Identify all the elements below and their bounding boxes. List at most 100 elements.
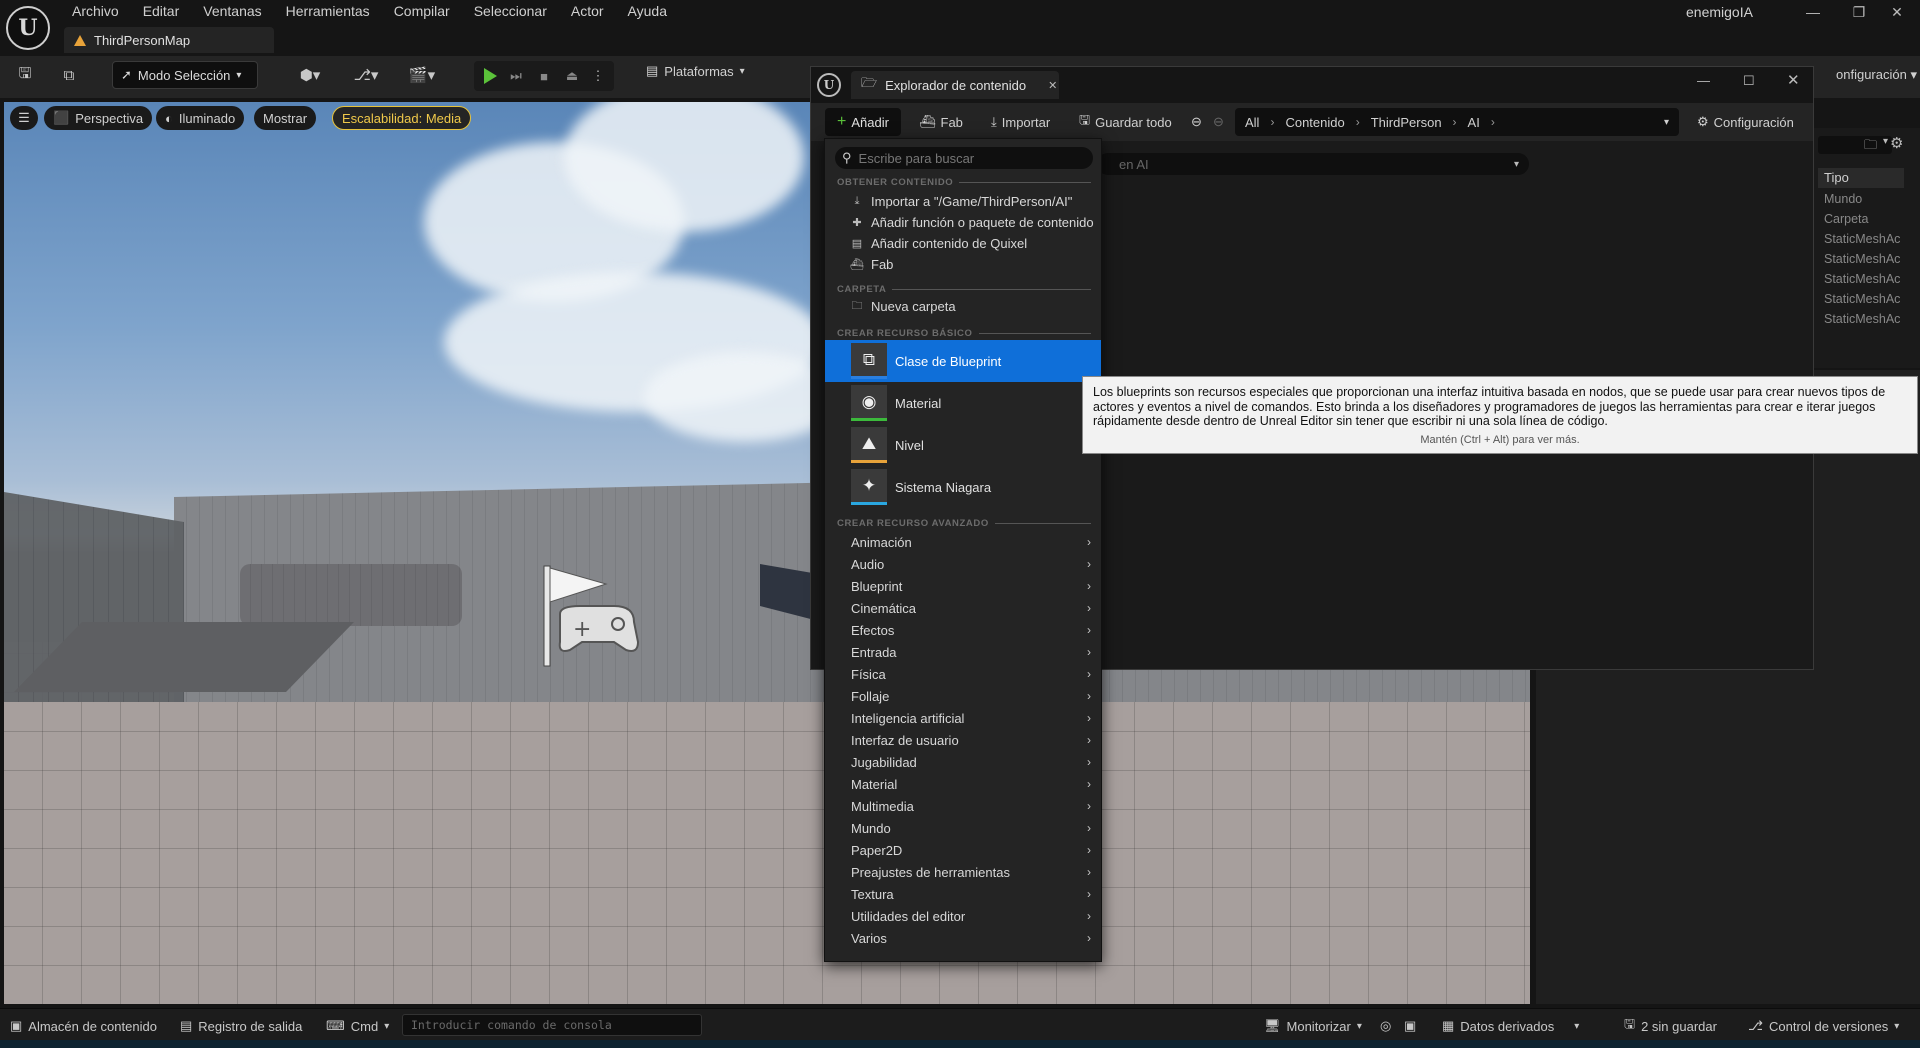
settings-button[interactable]: ⚙ Configuración xyxy=(1697,111,1794,133)
breadcrumb-item[interactable]: All xyxy=(1245,115,1259,130)
player-start-icon[interactable]: + xyxy=(540,562,650,672)
more-options-icon[interactable]: ⋮ xyxy=(586,64,610,88)
perspective-button[interactable]: ⬛ Perspectiva xyxy=(44,106,153,130)
content-search-field[interactable]: en AI ▾ xyxy=(1097,153,1529,175)
minimize-icon[interactable]: — xyxy=(1697,73,1710,88)
basic-asset-item[interactable]: ◉ Material xyxy=(825,382,1101,424)
forward-icon[interactable]: ⊖ xyxy=(1213,111,1224,133)
advanced-category-item[interactable]: Audio › xyxy=(825,553,1101,575)
outliner-filter-dropdown[interactable]: ▾ xyxy=(1818,136,1892,154)
advanced-category-item[interactable]: Preajustes de herramientas › xyxy=(825,861,1101,883)
advanced-category-item[interactable]: Utilidades del editor › xyxy=(825,905,1101,927)
get-content-item[interactable]: ⤓ Importar a "/Game/ThirdPerson/AI" xyxy=(825,191,1101,212)
outliner-settings-icon[interactable]: ⚙ xyxy=(1890,134,1903,152)
menu-item[interactable]: Editar xyxy=(131,0,192,24)
import-button[interactable]: ⤓ Importar xyxy=(991,111,1050,133)
unsaved-button[interactable]: 🖫 2 sin guardar xyxy=(1624,1016,1717,1035)
derived-data-dropdown[interactable]: ▦ Datos derivados ▾ xyxy=(1442,1017,1579,1035)
advanced-category-item[interactable]: Multimedia › xyxy=(825,795,1101,817)
advanced-category-item[interactable]: Efectos › xyxy=(825,619,1101,641)
play-icon[interactable] xyxy=(478,64,502,88)
advanced-category-item[interactable]: Follaje › xyxy=(825,685,1101,707)
live-coding-icon[interactable]: ◎ xyxy=(1380,1017,1391,1035)
add-actor-icon[interactable]: ⬢▾ xyxy=(290,63,330,87)
browse-icon[interactable]: ⧉ xyxy=(56,63,82,87)
scalability-button[interactable]: Escalabilidad: Media xyxy=(332,106,472,130)
level-tab[interactable]: ThirdPersonMap xyxy=(64,27,274,53)
content-drawer-button[interactable]: ▣ Almacén de contenido xyxy=(10,1017,157,1035)
path-breadcrumb[interactable]: All › Contenido › ThirdPerson › AI › ▾ xyxy=(1235,108,1679,136)
menu-item[interactable]: Ventanas xyxy=(191,0,273,24)
get-content-item[interactable]: ▤ Añadir contenido de Quixel xyxy=(825,233,1101,254)
close-icon[interactable]: ✕ xyxy=(1874,0,1920,24)
get-content-item[interactable]: ✚ Añadir función o paquete de contenido xyxy=(825,212,1101,233)
advanced-category-item[interactable]: Cinemática › xyxy=(825,597,1101,619)
chevron-down-icon[interactable]: ▾ xyxy=(1664,117,1669,128)
breadcrumb-item[interactable]: Contenido xyxy=(1285,115,1344,130)
fab-button[interactable]: ⛴ Fab xyxy=(919,111,963,133)
maximize-icon[interactable]: ☐ xyxy=(1743,73,1755,89)
outliner-type-cell[interactable]: StaticMeshAc xyxy=(1824,252,1910,272)
back-icon[interactable]: ⊖ xyxy=(1191,111,1202,133)
advanced-category-item[interactable]: Blueprint › xyxy=(825,575,1101,597)
stop-icon[interactable]: ■ xyxy=(532,64,556,88)
menu-item[interactable]: Compilar xyxy=(382,0,462,24)
viewport-menu-icon[interactable]: ☰ xyxy=(10,106,38,130)
add-folder-icon[interactable]: 🗀 xyxy=(1864,136,1877,158)
advanced-category-item[interactable]: Textura › xyxy=(825,883,1101,905)
outliner-type-cell[interactable]: Carpeta xyxy=(1824,212,1910,232)
advanced-category-item[interactable]: Jugabilidad › xyxy=(825,751,1101,773)
advanced-category-item[interactable]: Interfaz de usuario › xyxy=(825,729,1101,751)
advanced-category-item[interactable]: Inteligencia artificial › xyxy=(825,707,1101,729)
advanced-category-item[interactable]: Material › xyxy=(825,773,1101,795)
breadcrumb-item[interactable]: ThirdPerson xyxy=(1371,115,1442,130)
advanced-category-item[interactable]: Animación › xyxy=(825,531,1101,553)
monitor-dropdown[interactable]: 🖥 Monitorizar ▾ xyxy=(1264,1017,1362,1035)
advanced-category-item[interactable]: Física › xyxy=(825,663,1101,685)
close-icon[interactable]: ✕ xyxy=(1787,71,1800,89)
lit-button[interactable]: ◐ Iluminado xyxy=(156,106,245,130)
eject-icon[interactable]: ⏏ xyxy=(560,64,584,88)
save-all-button[interactable]: 🖫 Guardar todo xyxy=(1079,111,1172,133)
basic-asset-item[interactable]: ⛰ Nivel xyxy=(825,424,1101,466)
outliner-type-cell[interactable]: StaticMeshAc xyxy=(1824,292,1910,312)
show-button[interactable]: Mostrar xyxy=(254,106,317,130)
basic-asset-item[interactable]: ⧉ Clase de Blueprint xyxy=(825,340,1101,382)
type-column-header[interactable]: Tipo xyxy=(1818,168,1904,188)
blueprint-menu-icon[interactable]: ⎇▾ xyxy=(346,63,386,87)
mode-select-dropdown[interactable]: ➚ Modo Selección ▾ xyxy=(112,61,258,89)
menu-item[interactable]: Actor xyxy=(559,0,616,24)
cmd-dropdown[interactable]: ⌨ Cmd ▾ xyxy=(326,1017,389,1035)
save-icon[interactable]: 🖫 xyxy=(12,63,38,87)
cinematics-icon[interactable]: 🎬▾ xyxy=(402,63,442,87)
record-icon[interactable]: ▣ xyxy=(1404,1017,1416,1035)
unreal-logo-icon[interactable]: U xyxy=(6,6,50,50)
add-button[interactable]: + Añadir xyxy=(825,108,901,136)
get-content-item[interactable]: ⛴ Fab xyxy=(825,254,1101,275)
console-input[interactable]: Introducir comando de consola xyxy=(402,1014,702,1036)
menu-item[interactable]: Ayuda xyxy=(616,0,679,24)
outliner-type-cell[interactable]: StaticMeshAc xyxy=(1824,312,1910,332)
advanced-category-item[interactable]: Entrada › xyxy=(825,641,1101,663)
new-folder-item[interactable]: 🗀 Nueva carpeta xyxy=(825,296,1101,317)
menu-item[interactable]: Seleccionar xyxy=(462,0,559,24)
menu-search-input[interactable]: ⚲ Escribe para buscar xyxy=(835,147,1093,169)
source-control-button[interactable]: ⎇ Control de versiones ▾ xyxy=(1748,1017,1899,1035)
menu-item[interactable]: Herramientas xyxy=(274,0,382,24)
outliner-type-cell[interactable]: StaticMeshAc xyxy=(1824,272,1910,292)
platforms-dropdown[interactable]: ▤ Plataformas ▾ xyxy=(646,63,745,79)
settings-dropdown[interactable]: onfiguración ▾ xyxy=(1836,67,1917,83)
advanced-category-item[interactable]: Mundo › xyxy=(825,817,1101,839)
basic-asset-item[interactable]: ✦ Sistema Niagara xyxy=(825,466,1101,508)
outliner-type-cell[interactable]: StaticMeshAc xyxy=(1824,232,1910,252)
outliner-type-cell[interactable]: Mundo xyxy=(1824,192,1910,212)
minimize-icon[interactable]: — xyxy=(1790,0,1836,24)
advanced-category-item[interactable]: Paper2D › xyxy=(825,839,1101,861)
content-browser-tab[interactable]: 🗁 Explorador de contenido ✕ xyxy=(851,71,1059,99)
close-tab-icon[interactable]: ✕ xyxy=(1048,79,1057,92)
step-icon[interactable]: ⏭ xyxy=(504,64,528,88)
advanced-category-item[interactable]: Varios › xyxy=(825,927,1101,949)
breadcrumb-item[interactable]: AI xyxy=(1468,115,1480,130)
menu-item[interactable]: Archivo xyxy=(60,0,131,24)
output-log-button[interactable]: ▤ Registro de salida xyxy=(180,1017,302,1035)
